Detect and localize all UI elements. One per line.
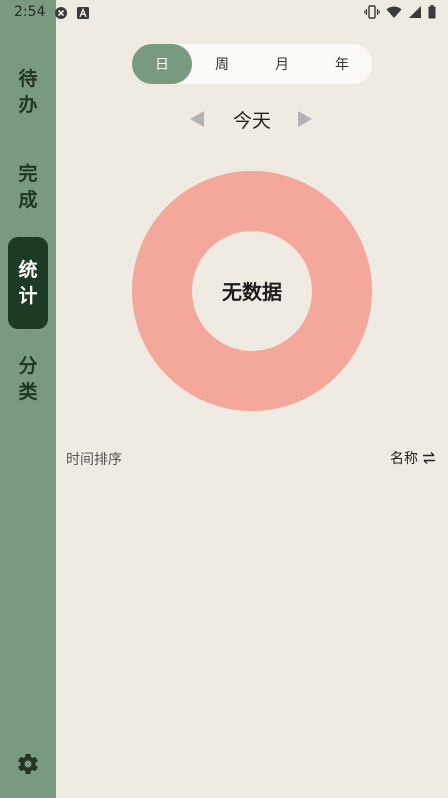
tab-week[interactable]: 周 [192,44,252,84]
donut-center-text: 无数据 [222,280,282,304]
sidebar-item-category[interactable]: 分 类 [8,333,48,425]
date-navigator: 今天 [180,104,330,134]
sidebar-item-label: 成 [18,189,38,211]
date-label: 今天 [232,110,271,132]
triangle-right-icon[interactable] [296,110,314,128]
sidebar-item-label: 完 [18,163,38,185]
close-circle-icon [55,7,67,19]
sidebar-item-label: 办 [18,94,38,116]
tab-day[interactable]: 日 [132,44,192,84]
text-a-icon [77,7,89,19]
triangle-left-icon[interactable] [188,110,206,128]
sort-by-name-label: 名称 [390,451,418,467]
period-tabs: 日 周 月 年 [132,44,372,84]
battery-icon [428,5,436,19]
signal-icon [409,6,421,18]
sidebar: 待 办 完 成 统 计 分 类 [0,0,56,798]
sidebar-item-label: 统 [18,259,38,281]
status-right-icons [364,5,436,19]
sidebar-item-label: 类 [18,381,38,403]
status-bar-row: 2:54 [0,0,448,26]
sidebar-item-label: 计 [18,285,38,307]
sort-by-time-label[interactable]: 时间排序 [66,449,122,469]
sidebar-item-label: 待 [18,68,38,90]
sidebar-item-stats[interactable]: 统 计 [8,237,48,329]
sidebar-item-done[interactable]: 完 成 [8,141,48,233]
tab-month[interactable]: 月 [252,44,312,84]
sidebar-item-label: 分 [18,355,38,377]
gear-icon[interactable] [16,752,40,776]
tab-year[interactable]: 年 [312,44,372,84]
swap-arrows-icon [423,452,435,464]
status-left-icons [54,6,90,20]
vibrate-icon [364,5,380,19]
sidebar-item-todo[interactable]: 待 办 [8,46,48,138]
status-time: 2:54 [14,4,46,20]
sort-by-name-button[interactable]: 名称 [390,448,436,468]
wifi-icon [386,6,402,18]
